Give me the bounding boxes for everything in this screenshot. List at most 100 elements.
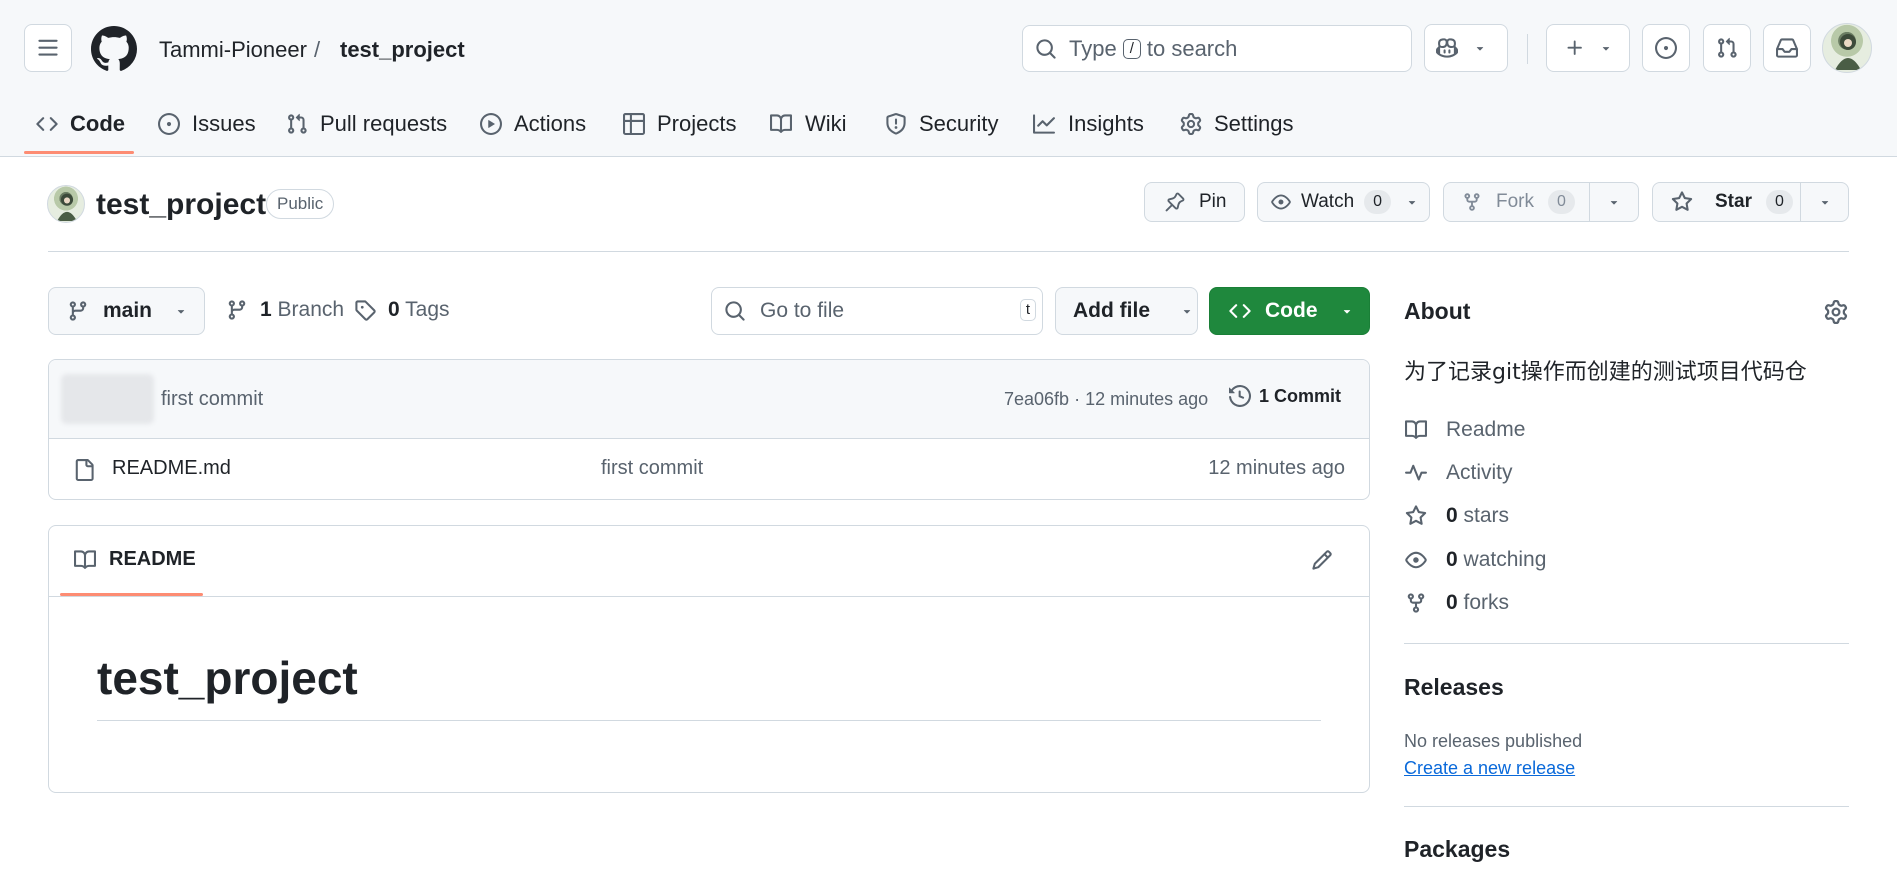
readme-tab[interactable]: README: [73, 548, 196, 571]
chevron-down-icon: [1821, 201, 1828, 205]
visibility-badge: Public: [266, 189, 335, 219]
search-icon: [725, 301, 745, 321]
avatar-figure-icon: [57, 193, 77, 221]
packages-title[interactable]: Packages: [1404, 836, 1510, 863]
issues-button[interactable]: [1642, 24, 1690, 72]
chevron-down-icon: [1343, 310, 1350, 314]
tab-code[interactable]: Code: [36, 104, 125, 144]
chevron-down-icon: [1183, 310, 1191, 314]
star-icon: [1405, 505, 1427, 525]
releases-title[interactable]: Releases: [1404, 674, 1504, 701]
watching-label: watching: [1463, 548, 1547, 571]
star-label: Star: [1715, 191, 1752, 212]
tab-issues[interactable]: Issues: [158, 104, 256, 144]
tab-actions[interactable]: Actions: [480, 104, 586, 144]
search-icon: [1036, 38, 1056, 59]
tab-label: Insights: [1068, 111, 1144, 136]
stars-link[interactable]: 0 stars: [1404, 504, 1509, 528]
commit-author-avatar[interactable]: [61, 374, 154, 424]
book-icon: [1405, 420, 1428, 439]
branch-selector[interactable]: main: [48, 287, 205, 335]
chevron-down-icon: [1408, 201, 1416, 205]
readme-header-divider: [49, 596, 1369, 597]
file-commit-message[interactable]: first commit: [601, 457, 703, 480]
no-releases-text: No releases published: [1404, 731, 1583, 751]
search-input[interactable]: Type / to search: [1022, 25, 1412, 72]
tab-settings[interactable]: Settings: [1180, 104, 1294, 144]
tab-label: Pull requests: [320, 111, 448, 136]
fork-label: Fork: [1496, 191, 1534, 212]
watch-button[interactable]: Watch 0: [1257, 182, 1430, 222]
latest-commit-meta: 7ea06fb · 12 minutes ago: [1004, 389, 1209, 409]
tab-insights[interactable]: Insights: [1032, 104, 1144, 144]
branch-count: 1: [260, 298, 272, 321]
copilot-button[interactable]: [1424, 24, 1508, 72]
add-file-button[interactable]: Add file: [1055, 287, 1198, 335]
issue-opened-icon: [158, 113, 180, 135]
history-icon: [1229, 385, 1251, 407]
watching-count: 0: [1446, 548, 1458, 571]
go-to-file-input[interactable]: Go to file t: [711, 287, 1043, 335]
about-settings-button[interactable]: [1824, 300, 1848, 324]
star-button[interactable]: Star 0: [1652, 182, 1801, 222]
table-icon: [623, 113, 645, 135]
repo-description: 为了记录git操作而创建的测试项目代码仓: [1404, 360, 1807, 385]
eye-icon: [1271, 194, 1291, 210]
tab-security[interactable]: Security: [885, 104, 998, 144]
tab-projects[interactable]: Projects: [623, 104, 736, 144]
readme-link[interactable]: Readme: [1404, 418, 1525, 442]
table-row[interactable]: README.md first commit 12 minutes ago: [49, 440, 1369, 499]
tag-icon: [355, 300, 376, 321]
readme-tab-label: README: [109, 548, 196, 570]
owner-link[interactable]: Tammi-Pioneer: [159, 36, 307, 64]
edit-readme-button[interactable]: [1311, 549, 1333, 571]
pin-label: Pin: [1199, 191, 1227, 212]
chevron-down-icon: [177, 310, 185, 314]
forks-link[interactable]: 0 forks: [1404, 591, 1509, 615]
chevron-down-icon: [1476, 47, 1484, 51]
repo-title[interactable]: test_project: [96, 185, 266, 225]
commit-hash[interactable]: 7ea06fb: [1004, 389, 1069, 409]
commit-time: 12 minutes ago: [1085, 389, 1209, 409]
pencil-icon: [1312, 550, 1332, 570]
file-name[interactable]: README.md: [112, 457, 231, 480]
eye-icon: [1405, 551, 1427, 569]
inbox-icon: [1776, 38, 1798, 58]
go-to-file-shortcut: t: [1019, 299, 1036, 321]
repo-link[interactable]: test_project: [340, 36, 465, 64]
latest-commit-message[interactable]: first commit: [161, 388, 263, 411]
activity-link[interactable]: Activity: [1404, 461, 1513, 485]
tab-wiki[interactable]: Wiki: [769, 104, 847, 144]
tab-label: Issues: [192, 111, 256, 136]
commit-count: 1 Commit: [1259, 385, 1342, 406]
create-new-button[interactable]: [1546, 24, 1630, 72]
fork-button[interactable]: Fork 0: [1443, 182, 1590, 222]
github-logo-icon[interactable]: [91, 26, 137, 72]
branches-link[interactable]: 1 Branch: [226, 298, 344, 322]
commit-history-link[interactable]: 1 Commit: [1229, 385, 1341, 407]
pull-requests-button[interactable]: [1703, 24, 1751, 72]
repo-header-divider: [48, 251, 1849, 252]
pin-button[interactable]: Pin: [1144, 182, 1245, 222]
watching-link[interactable]: 0 watching: [1404, 548, 1546, 572]
pin-icon: [1165, 192, 1185, 212]
forks-label: forks: [1463, 591, 1510, 614]
inbox-button[interactable]: [1763, 24, 1811, 72]
tab-label: Wiki: [805, 111, 847, 136]
menu-button[interactable]: [24, 24, 72, 72]
star-dropdown-button[interactable]: [1800, 182, 1849, 222]
branch-label: Branch: [277, 298, 345, 321]
fork-dropdown-button[interactable]: [1589, 182, 1639, 222]
git-pull-request-icon: [288, 113, 307, 134]
create-release-link[interactable]: Create a new release: [1404, 758, 1575, 779]
add-file-label: Add file: [1073, 299, 1150, 322]
sidebar-divider: [1404, 806, 1849, 807]
tags-link[interactable]: 0 Tags: [354, 298, 450, 322]
repo-owner-avatar[interactable]: [47, 185, 85, 223]
tab-label: Security: [919, 111, 999, 136]
stars-count: 0: [1446, 504, 1458, 527]
code-button[interactable]: Code: [1209, 287, 1370, 335]
tab-pull-requests[interactable]: Pull requests: [286, 104, 447, 144]
user-avatar[interactable]: [1822, 23, 1872, 73]
avatar-figure-icon: [1835, 34, 1861, 70]
